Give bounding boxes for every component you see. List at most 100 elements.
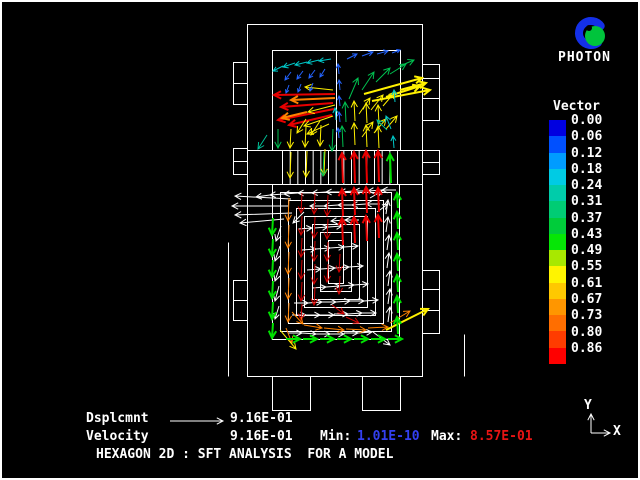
vector-arrow-green-bright xyxy=(269,260,276,277)
vector-arrow-green-bright xyxy=(269,323,276,338)
vector-arrow-teal xyxy=(258,135,267,149)
geometry-outline-rect xyxy=(281,193,392,332)
vector-arrow-yellow-thin xyxy=(375,126,381,148)
legend-value-label: 0.37 xyxy=(571,212,602,225)
vector-arrow-blue xyxy=(285,72,291,80)
geometry-outline-rect xyxy=(321,233,352,292)
y-axis-label: Y xyxy=(584,399,592,413)
vector-arrow-white-circulation xyxy=(298,190,312,196)
displacement-label: Dsplcmnt xyxy=(86,412,149,426)
legend-color-swatch xyxy=(549,250,566,266)
vector-arrow-blue xyxy=(362,51,373,56)
vector-arrow-red-thin xyxy=(298,282,305,301)
vector-arrow-white-circulation xyxy=(354,282,368,288)
vector-arrow-red-thin xyxy=(298,260,305,279)
vector-arrow-blue xyxy=(337,80,341,90)
vector-arrow-white-circulation xyxy=(284,191,298,197)
vector-arrow-white-circulation xyxy=(235,212,292,218)
geometry-outline-rect xyxy=(423,271,440,334)
vector-arrow-white-circulation xyxy=(384,217,390,232)
legend-value-label: 0.24 xyxy=(571,179,602,192)
vector-arrow-cyan xyxy=(295,61,307,66)
legend-value-label: 0.06 xyxy=(571,130,602,143)
displacement-arrow-icon xyxy=(170,418,223,424)
legend-color-swatch xyxy=(549,299,566,315)
legend-value-label: 0.61 xyxy=(571,277,602,290)
vector-arrow-red-bold xyxy=(363,216,370,241)
vector-arrow-yellow-thin xyxy=(307,124,329,134)
vector-arrow-white-circulation xyxy=(330,245,344,251)
legend-value-label: 0.55 xyxy=(571,260,602,273)
legend-color-swatch xyxy=(549,169,566,185)
vector-arrow-green-bright xyxy=(269,281,276,298)
velocity-label: Velocity xyxy=(86,430,149,444)
vector-arrow-blue xyxy=(320,69,325,77)
legend-color-swatch xyxy=(549,136,566,152)
vector-arrow-green-bright xyxy=(354,335,368,342)
legend-value-label: 0.31 xyxy=(571,195,602,208)
legend-color-swatch xyxy=(549,234,566,250)
vector-arrow-white-circulation xyxy=(288,330,302,336)
vector-arrow-white-circulation xyxy=(274,246,280,261)
legend-color-swatch xyxy=(549,266,566,282)
vector-arrow-blue xyxy=(337,96,341,106)
geometry-outline-rect xyxy=(273,377,311,411)
vector-arrow-red-thin xyxy=(332,305,344,314)
vector-arrow-orange-thin xyxy=(285,303,292,322)
legend-value-label: 0.67 xyxy=(571,293,602,306)
vector-arrow-red-thin xyxy=(336,254,343,272)
legend-value-label: 0.00 xyxy=(571,114,602,127)
axis-triad-y-arrow xyxy=(588,414,594,433)
geometry-outline-rect xyxy=(363,377,401,411)
vector-arrow-cyan xyxy=(273,66,283,71)
vector-arrow-cyan xyxy=(283,63,295,68)
vector-arrow-white-circulation xyxy=(384,200,390,214)
vector-arrow-blue xyxy=(297,71,303,79)
vector-arrow-green-bright xyxy=(286,335,300,342)
vector-arrow-red-bold xyxy=(375,151,382,182)
vector-arrow-white-circulation xyxy=(324,203,338,209)
vector-arrow-orange-thin xyxy=(304,324,322,330)
vector-arrow-green-bright xyxy=(269,239,276,256)
photon-app-window: PHOTON Vector 0.000.060.120.180.240.310.… xyxy=(0,0,640,480)
displacement-value: 9.16E-01 xyxy=(230,412,293,426)
vector-arrow-red-thin xyxy=(298,216,305,235)
legend-color-swatch xyxy=(549,331,566,347)
vector-arrow-red-bold xyxy=(339,153,346,183)
vector-arrow-red-bold xyxy=(363,151,370,183)
legend-color-swatch xyxy=(549,120,566,136)
max-label: Max: xyxy=(431,430,462,444)
geometry-outline-rect xyxy=(423,65,440,121)
legend-value-label: 0.12 xyxy=(571,147,602,160)
vector-arrow-green-mid xyxy=(339,126,345,147)
vector-arrow-yellow-thin xyxy=(351,101,357,121)
axis-triad-x-arrow xyxy=(591,430,610,436)
vector-arrow-cyan xyxy=(319,58,331,63)
vector-arrow-green-bright xyxy=(303,335,317,342)
vector-arrow-green-bright xyxy=(371,335,385,342)
legend-color-swatch xyxy=(549,185,566,201)
vector-arrow-green-mid xyxy=(329,129,335,151)
vector-arrow-green-bright xyxy=(394,193,401,208)
vector-arrow-blue xyxy=(309,70,315,78)
vector-arrow-white-circulation xyxy=(240,219,284,226)
velocity-value: 9.16E-01 xyxy=(230,430,293,444)
vector-arrow-red-thin xyxy=(346,317,359,323)
model-title: HEXAGON 2D : SFT ANALYSIS FOR A MODEL xyxy=(96,448,393,462)
vector-arrow-red-thin xyxy=(324,264,331,282)
legend-colorbar xyxy=(549,120,566,364)
vector-arrow-red-bold xyxy=(339,189,346,216)
vector-arrow-white-circulation xyxy=(307,267,321,273)
vector-arrow-green-mid xyxy=(390,64,406,74)
vector-arrow-white-circulation xyxy=(306,312,320,318)
vector-arrow-blue xyxy=(337,112,341,122)
legend-value-label: 0.80 xyxy=(571,326,602,339)
vector-arrow-orange-bold xyxy=(291,96,335,103)
vector-arrow-yellow-thin xyxy=(351,123,357,145)
vector-arrow-red-bold xyxy=(281,103,333,110)
vector-arrow-green-mid xyxy=(362,72,374,90)
vector-arrow-white-circulation xyxy=(385,253,391,268)
legend-value-label: 0.18 xyxy=(571,163,602,176)
vector-arrow-white-circulation xyxy=(314,225,328,231)
vector-arrow-white-circulation xyxy=(326,189,340,195)
